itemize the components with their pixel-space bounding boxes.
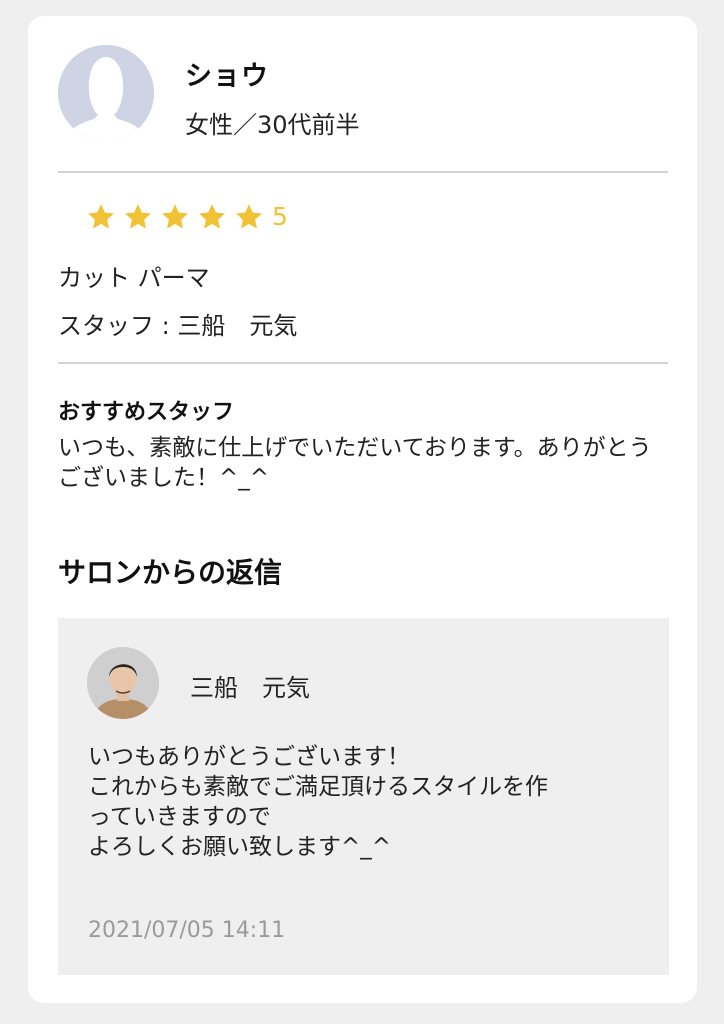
reply-staff-name: 三船 元気 [190, 674, 310, 702]
divider [58, 362, 668, 364]
reviewer-avatar [58, 45, 154, 141]
reviewer-name: ショウ [185, 61, 269, 92]
star-icon [162, 204, 188, 229]
rating-value: 5 [272, 202, 288, 231]
default-user-icon [58, 45, 154, 141]
star-rating: 5 [86, 202, 288, 232]
reply-line: いつもありがとうございます！ [88, 744, 410, 770]
divider [58, 171, 668, 173]
reply-section-title: サロンからの返信 [58, 556, 283, 589]
staff-avatar [87, 647, 159, 719]
staff-photo-icon [87, 647, 159, 719]
reply-line: これからも素敵でご満足頂けるスタイルを作 [88, 774, 548, 800]
star-icon [125, 204, 151, 229]
reply-line: っていきますので [88, 804, 271, 830]
stars-container [86, 202, 271, 232]
star-icon [199, 204, 225, 229]
review-staff: スタッフ : 三船 元気 [58, 312, 298, 340]
comment-body: いつも、素敵に仕上げでいただいております。ありがとうございました！^_^ [58, 435, 652, 491]
review-card: ショウ 女性／30代前半 5 カット パーマ スタッフ : 三船 元気 おすすめ… [28, 16, 697, 1003]
reply-date: 2021/07/05 14:11 [88, 918, 286, 943]
reviewer-meta: 女性／30代前半 [185, 111, 360, 139]
star-icon [88, 204, 114, 229]
reply-line: よろしくお願い致します^_^ [88, 834, 392, 860]
salon-reply-box: 三船 元気 いつもありがとうございます！ これからも素敵でご満足頂けるスタイルを… [58, 618, 669, 975]
comment-heading: おすすめスタッフ [58, 400, 235, 425]
reply-body: いつもありがとうございます！ これからも素敵でご満足頂けるスタイルを作 っていき… [88, 742, 648, 862]
review-menu: カット パーマ [58, 264, 210, 292]
star-icon [236, 204, 262, 229]
